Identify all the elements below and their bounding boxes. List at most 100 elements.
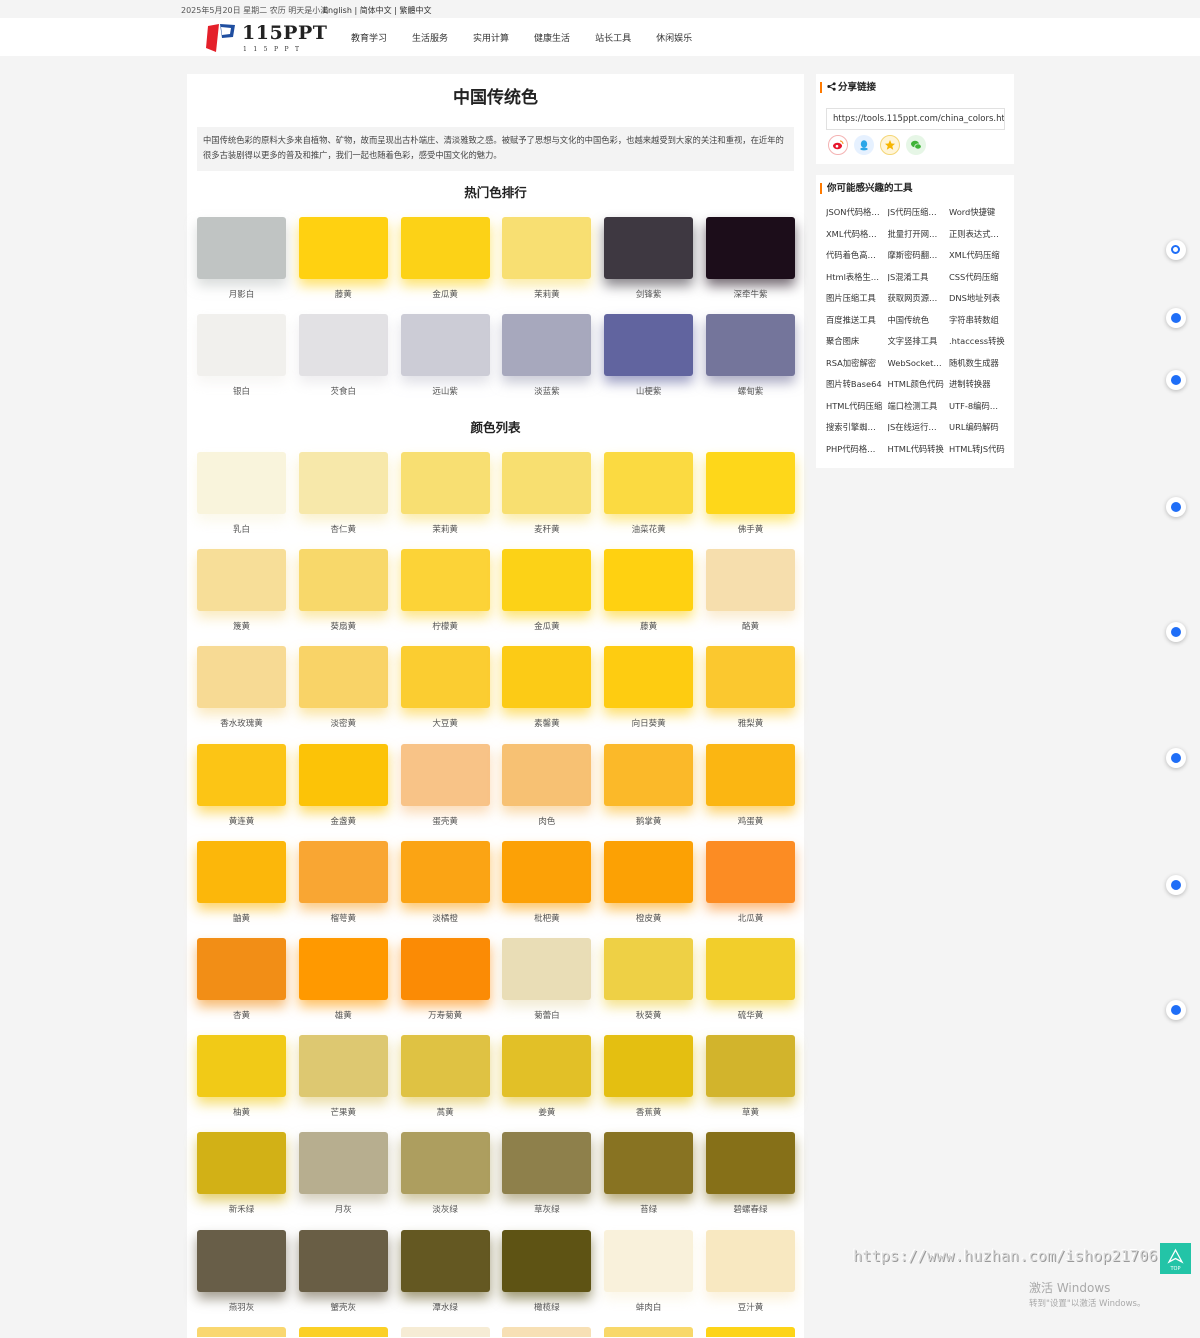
tool-link[interactable]: UTF-8编码转换 — [949, 400, 1006, 412]
color-card[interactable]: 银白 — [197, 314, 286, 398]
color-swatch[interactable] — [400, 840, 490, 903]
tool-link[interactable]: JS在线运行工具 — [888, 421, 945, 433]
color-swatch[interactable] — [502, 314, 592, 376]
nav-item[interactable]: 站长工具 — [595, 31, 631, 44]
color-card[interactable]: 乳白 — [197, 452, 286, 536]
color-swatch[interactable] — [604, 217, 694, 279]
color-card[interactable]: 柚黄 — [197, 1035, 286, 1119]
color-swatch[interactable] — [604, 840, 694, 903]
color-swatch[interactable] — [502, 743, 592, 806]
color-swatch[interactable] — [197, 840, 286, 903]
tool-link[interactable]: HTML代码转换 — [888, 443, 945, 455]
tool-link[interactable]: HTML转JS代码 — [949, 443, 1006, 455]
lang-simplified-link[interactable]: 简体中文 — [360, 6, 392, 15]
color-swatch[interactable] — [706, 314, 795, 376]
color-swatch[interactable] — [706, 452, 795, 514]
color-card[interactable]: 碧螺春绿 — [706, 1132, 795, 1216]
color-card[interactable]: 蒿黄 — [400, 1035, 490, 1119]
color-card[interactable]: 淡灰绿 — [400, 1132, 490, 1216]
color-swatch[interactable] — [706, 1229, 795, 1292]
floating-action-icon[interactable] — [1166, 370, 1186, 390]
color-swatch[interactable] — [604, 743, 694, 806]
color-card[interactable]: 茉莉黄 — [502, 217, 592, 301]
color-swatch[interactable] — [298, 1229, 388, 1292]
color-swatch[interactable] — [400, 1035, 490, 1098]
color-card[interactable]: 素馨黄 — [502, 646, 592, 730]
color-card[interactable]: 茉莉黄 — [400, 452, 490, 536]
color-card[interactable]: 雄黄 — [298, 938, 388, 1022]
color-swatch[interactable] — [502, 1326, 592, 1337]
tool-link[interactable]: Word快捷键 — [949, 206, 1006, 218]
color-swatch[interactable] — [298, 743, 388, 806]
tool-link[interactable]: 随机数生成器 — [949, 357, 1006, 369]
color-swatch[interactable] — [706, 1132, 795, 1195]
tool-link[interactable]: XML代码格式化 — [826, 228, 883, 240]
floating-action-icon[interactable] — [1166, 497, 1186, 517]
tool-link[interactable]: 代码着色高亮工具 — [826, 249, 883, 261]
color-swatch[interactable] — [604, 646, 694, 709]
tool-link[interactable]: HTML代码压缩 — [826, 400, 883, 412]
color-swatch[interactable] — [400, 646, 490, 709]
tool-link[interactable]: Html表格生成器 — [826, 271, 883, 283]
color-card[interactable]: 枇杷黄 — [502, 840, 592, 925]
color-swatch[interactable] — [502, 549, 592, 612]
color-card[interactable]: 潭水绿 — [400, 1229, 490, 1314]
nav-item[interactable]: 健康生活 — [534, 31, 570, 44]
color-card[interactable]: 蟹壳灰 — [298, 1229, 388, 1314]
color-card[interactable]: 螺甸紫 — [706, 314, 795, 398]
tool-link[interactable]: 图片压缩工具 — [826, 292, 883, 304]
color-card[interactable]: 草黄 — [706, 1035, 795, 1119]
color-swatch[interactable] — [197, 743, 286, 806]
tool-link[interactable]: XML代码压缩 — [949, 249, 1006, 261]
share-url-field[interactable]: https://tools.115ppt.com/china_colors.ht… — [826, 108, 1005, 130]
color-card[interactable]: 山梗紫 — [604, 314, 694, 398]
color-card[interactable]: 藤黄 — [604, 549, 694, 633]
color-swatch[interactable] — [400, 1326, 490, 1337]
color-swatch[interactable] — [706, 938, 795, 1000]
color-swatch[interactable] — [197, 314, 286, 376]
color-card[interactable]: 香蕉黄 — [604, 1035, 694, 1119]
color-card[interactable]: 秋葵黄 — [604, 938, 694, 1022]
floating-action-icon[interactable] — [1166, 748, 1186, 768]
color-swatch[interactable] — [298, 840, 388, 903]
color-swatch[interactable] — [400, 452, 490, 514]
floating-action-icon[interactable] — [1166, 1000, 1186, 1020]
color-swatch[interactable] — [197, 1132, 286, 1195]
color-swatch[interactable] — [502, 1035, 592, 1098]
color-swatch[interactable] — [298, 1132, 388, 1195]
color-card[interactable]: 鹅掌黄 — [604, 743, 694, 828]
tool-link[interactable]: 批量打开网址工具 — [888, 228, 945, 240]
color-card[interactable]: 淡蓝紫 — [502, 314, 592, 398]
tool-link[interactable]: 正则表达式测试 — [949, 228, 1006, 240]
color-swatch[interactable] — [298, 452, 388, 514]
lang-traditional-link[interactable]: 繁體中文 — [399, 6, 431, 15]
color-card[interactable]: 淡密黄 — [298, 646, 388, 730]
color-swatch[interactable] — [197, 1229, 286, 1292]
nav-item[interactable]: 生活服务 — [412, 31, 448, 44]
tool-link[interactable]: 摩斯密码翻译器 — [888, 249, 945, 261]
color-swatch[interactable] — [706, 1326, 795, 1337]
color-card[interactable]: 大豆黄 — [400, 646, 490, 730]
color-swatch[interactable] — [400, 938, 490, 1000]
color-card[interactable]: 菊蕾白 — [502, 938, 592, 1022]
color-swatch[interactable] — [400, 549, 490, 612]
color-card[interactable]: 榴萼黄 — [298, 840, 388, 925]
tool-link[interactable]: 搜索引擎蜘蛛模拟 — [826, 421, 883, 433]
color-card[interactable]: 剑锋紫 — [604, 217, 694, 301]
tool-link[interactable]: 聚合图床 — [826, 335, 883, 347]
color-swatch[interactable] — [604, 549, 694, 612]
color-swatch[interactable] — [706, 549, 795, 612]
color-card[interactable]: 月影白 — [197, 217, 286, 301]
color-swatch[interactable] — [197, 646, 286, 709]
color-card[interactable]: 蛋壳黄 — [400, 743, 490, 828]
color-card[interactable]: 雅梨黄 — [706, 646, 795, 730]
color-swatch[interactable] — [604, 1132, 694, 1195]
color-card[interactable]: 金瓜黄 — [502, 549, 592, 633]
nav-item[interactable]: 休闲娱乐 — [656, 31, 692, 44]
color-swatch[interactable] — [400, 1229, 490, 1292]
tool-link[interactable]: .htaccess转换 — [949, 335, 1006, 347]
site-logo[interactable]: 115PPT 115PPT — [205, 21, 327, 55]
color-swatch[interactable] — [502, 840, 592, 903]
color-swatch[interactable] — [502, 1229, 592, 1292]
nav-item[interactable]: 教育学习 — [351, 31, 387, 44]
